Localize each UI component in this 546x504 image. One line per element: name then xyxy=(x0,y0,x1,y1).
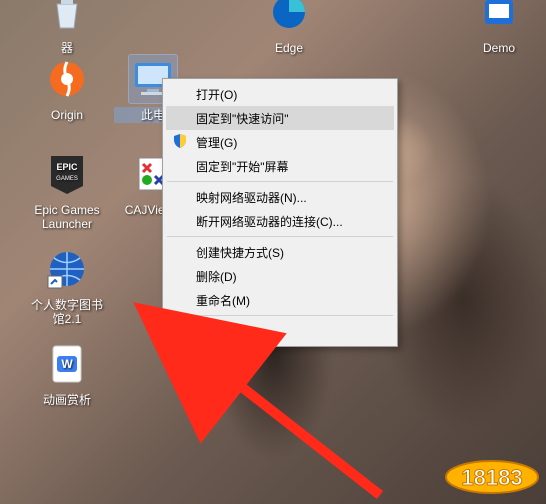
menu-item-create-shortcut[interactable]: 创建快捷方式(S) xyxy=(166,240,394,264)
desktop-icon-epic[interactable]: EPIC GAMES Epic Games Launcher xyxy=(28,150,106,233)
menu-separator xyxy=(167,315,393,316)
svg-text:EPIC: EPIC xyxy=(56,162,78,172)
menu-item-disconnect-drive[interactable]: 断开网络驱动器的连接(C)... xyxy=(166,209,394,233)
desktop-icon-origin[interactable]: Origin xyxy=(28,55,106,123)
desktop-icon-wps[interactable]: W 动画赏析 xyxy=(28,340,106,408)
wps-doc-icon: W xyxy=(43,340,91,388)
menu-item-rename[interactable]: 重命名(M) xyxy=(166,288,394,312)
menu-item-label: 创建快捷方式(S) xyxy=(196,244,284,261)
menu-item-map-drive[interactable]: 映射网络驱动器(N)... xyxy=(166,185,394,209)
menu-item-label: 删除(D) xyxy=(196,268,237,285)
desktop-icon-demo[interactable]: Demo xyxy=(460,0,538,56)
menu-item-label: 固定到"快速访问" xyxy=(196,110,289,127)
origin-icon xyxy=(43,55,91,103)
menu-item-pin-quick-access[interactable]: 固定到"快速访问" xyxy=(166,106,394,130)
desktop-icon-label: 器 xyxy=(28,40,106,56)
globe-shortcut-icon xyxy=(43,245,91,293)
menu-item-label: 打开(O) xyxy=(196,86,237,103)
menu-separator xyxy=(167,236,393,237)
menu-item-label: 管理(G) xyxy=(196,134,237,151)
menu-item-open[interactable]: 打开(O) xyxy=(166,82,394,106)
desktop-icon-edge[interactable]: Edge xyxy=(250,0,328,56)
desktop-icon-library[interactable]: 个人数字图书馆2.1 xyxy=(28,245,106,328)
recycle-bin-icon xyxy=(43,0,91,36)
desktop-icon-label: Demo xyxy=(460,40,538,56)
desktop-icon-label: Origin xyxy=(28,107,106,123)
generic-exe-icon xyxy=(475,0,523,36)
menu-item-pin-start[interactable]: 固定到"开始"屏幕 xyxy=(166,154,394,178)
desktop-icon-label: Edge xyxy=(250,40,328,56)
svg-text:W: W xyxy=(61,357,73,371)
menu-separator xyxy=(167,181,393,182)
svg-text:GAMES: GAMES xyxy=(56,176,78,182)
menu-item-label: 属性(R) xyxy=(196,323,237,340)
desktop: 器 Edge Demo Origin 此电 EPICGAMES Epic Gam… xyxy=(0,0,546,504)
menu-item-manage[interactable]: 管理(G) xyxy=(166,130,394,154)
menu-item-label: 映射网络驱动器(N)... xyxy=(196,189,307,206)
menu-item-properties[interactable]: 属性(R) xyxy=(166,319,394,343)
shield-icon xyxy=(172,133,188,149)
desktop-icon-label: 动画赏析 xyxy=(28,392,106,408)
menu-item-label: 重命名(M) xyxy=(196,292,250,309)
desktop-icon-recycle[interactable]: 器 xyxy=(28,0,106,56)
epic-games-icon: EPIC GAMES xyxy=(43,150,91,198)
menu-item-label: 断开网络驱动器的连接(C)... xyxy=(196,213,343,230)
menu-item-label: 固定到"开始"屏幕 xyxy=(196,158,289,175)
menu-item-delete[interactable]: 删除(D) xyxy=(166,264,394,288)
desktop-icon-label: 个人数字图书馆2.1 xyxy=(28,297,106,328)
watermark-logo: 18183 xyxy=(444,455,540,498)
desktop-icon-label: Epic Games Launcher xyxy=(28,202,106,233)
context-menu: 打开(O) 固定到"快速访问" 管理(G) 固定到"开始"屏幕 映射网络驱动器(… xyxy=(162,78,398,347)
edge-icon xyxy=(265,0,313,36)
watermark-text: 18183 xyxy=(461,465,522,490)
